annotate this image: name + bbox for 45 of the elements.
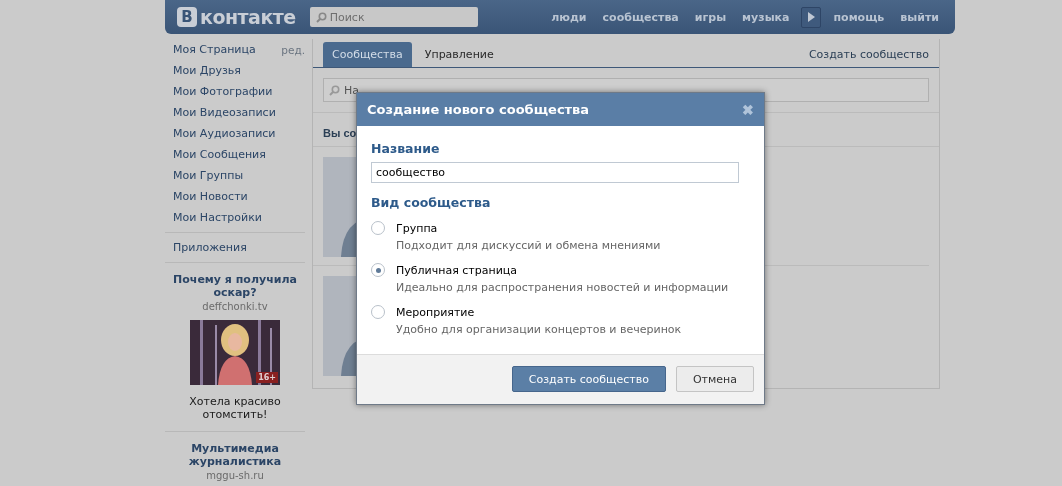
option-description: Идеально для распространения новостей и информации <box>396 281 730 294</box>
sidebar-link[interactable]: Мои Новости <box>173 190 248 203</box>
nav-link[interactable]: выйти <box>892 10 947 24</box>
radio-button[interactable] <box>371 305 385 319</box>
option-label[interactable]: Публичная страница <box>396 263 518 277</box>
create-button[interactable]: Создать сообщество <box>511 366 666 392</box>
logo-badge[interactable]: В <box>177 7 197 27</box>
age-rating-badge: 16+ <box>256 372 278 383</box>
sidebar-link[interactable]: Мои Друзья <box>173 64 241 77</box>
ad-caption: Хотела красиво отомстить! <box>188 395 282 421</box>
play-button[interactable] <box>801 6 822 28</box>
sidebar-link[interactable]: Мои Фотографии <box>173 85 273 98</box>
ad-domain: mggu-sh.ru <box>205 470 265 481</box>
search-icon <box>315 12 327 23</box>
cancel-button[interactable]: Отмена <box>675 366 754 392</box>
sidebar-link[interactable]: Мои Аудиозаписи <box>173 127 276 140</box>
play-icon <box>807 12 815 22</box>
name-field[interactable]: сообщество <box>371 162 739 183</box>
ad-title[interactable]: Мультимедиа журналистика <box>165 442 305 468</box>
nav-link[interactable]: помощь <box>825 10 893 24</box>
nav-link[interactable]: сообщества <box>594 10 687 24</box>
tab[interactable]: Управление <box>415 42 503 67</box>
option-description: Удобно для организации концертов и вечеринок <box>396 323 683 336</box>
option-label[interactable]: Мероприятие <box>396 305 475 319</box>
create-community-link[interactable]: Создать сообщество <box>808 48 929 67</box>
sidebar-link[interactable]: Мои Настройки <box>173 211 262 224</box>
sidebar-link[interactable]: Мои Видеозаписи <box>173 106 276 119</box>
search-field[interactable]: Поиск <box>309 7 478 27</box>
sidebar-link[interactable]: Мои Сообщения <box>173 148 266 161</box>
nav-link[interactable]: люди <box>543 10 595 24</box>
search-icon <box>329 85 340 96</box>
sidebar-link[interactable]: Моя Страница <box>173 43 256 56</box>
tab[interactable]: Сообщества <box>323 42 412 67</box>
radio-button[interactable] <box>371 221 385 235</box>
sidebar-link[interactable]: Мои Группы <box>173 169 244 182</box>
nav-link[interactable]: игры <box>686 10 735 24</box>
ad-domain: deffchonki.tv <box>201 301 269 312</box>
option-label[interactable]: Группа <box>396 221 438 235</box>
option-description: Подходит для дискуссий и обмена мнениями <box>396 239 662 252</box>
ad-title[interactable]: Почему я получила оскар? <box>165 273 305 299</box>
sidebar-link[interactable]: Приложения <box>173 241 247 254</box>
nav-link[interactable]: музыка <box>734 10 798 24</box>
field-label: Вид сообщества <box>371 195 492 210</box>
radio-button[interactable] <box>371 263 385 277</box>
logo-text[interactable]: контакте <box>200 6 296 28</box>
